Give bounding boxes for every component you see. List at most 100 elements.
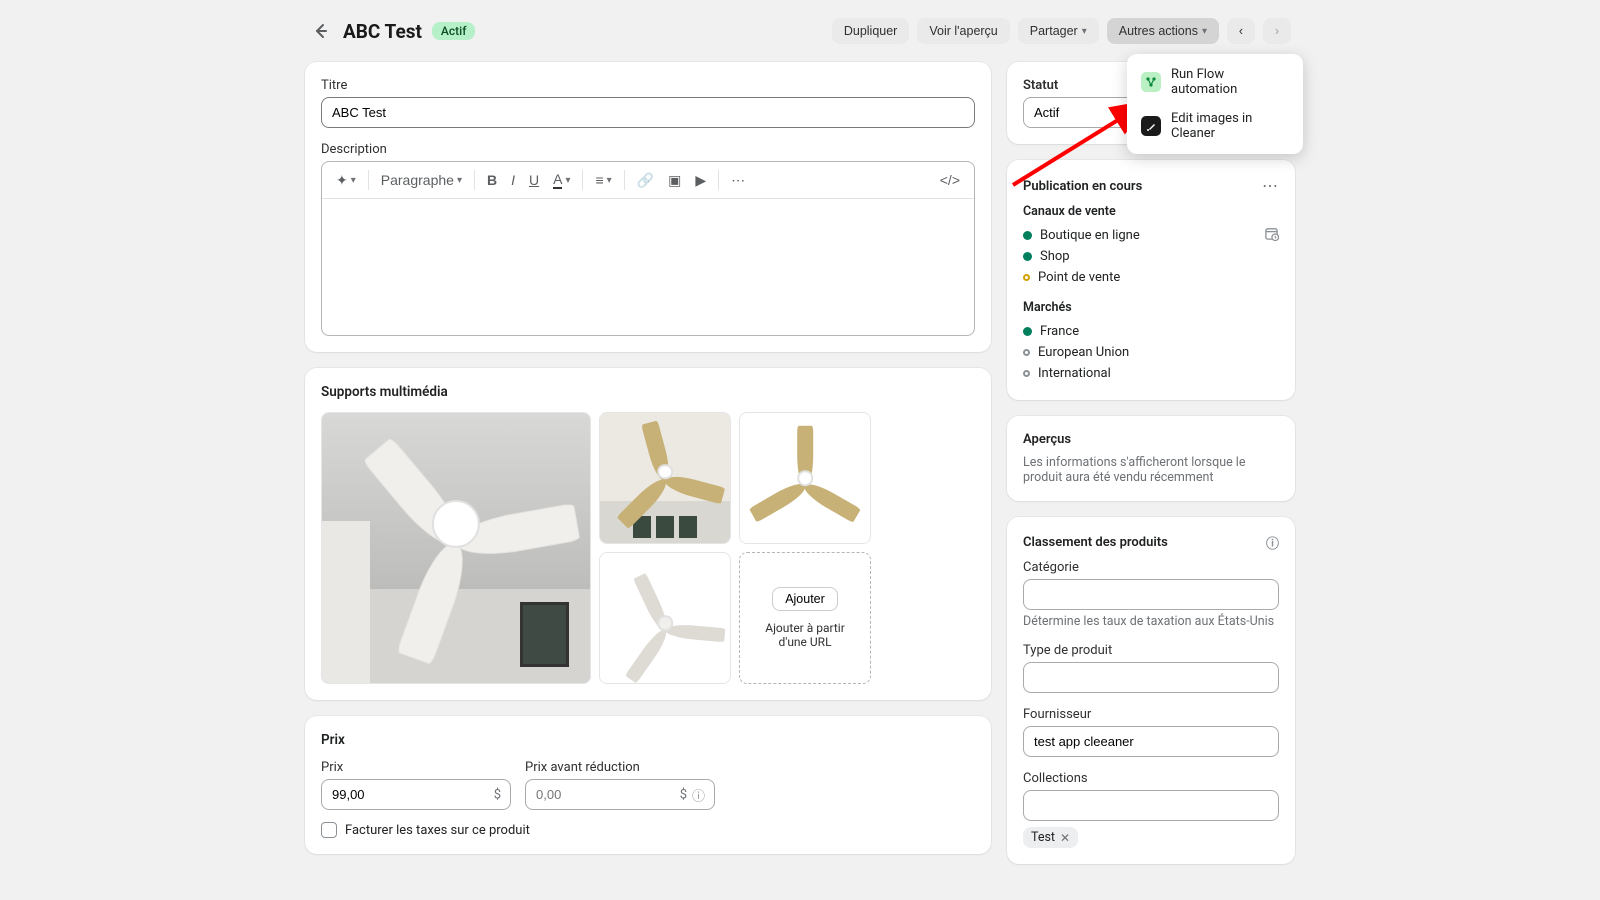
status-dot-yellow: [1023, 274, 1030, 281]
page-title: ABC Test: [343, 20, 422, 43]
more-icon: ⋯: [731, 172, 745, 189]
prev-product-button[interactable]: ‹: [1227, 18, 1255, 44]
pricing-heading: Prix: [321, 732, 975, 748]
next-product-button[interactable]: ›: [1263, 18, 1291, 44]
more-actions-button[interactable]: Autres actions ▾: [1107, 18, 1219, 44]
media-thumbnail-4[interactable]: [599, 552, 731, 684]
arrow-left-icon: [313, 23, 329, 39]
sparkle-icon: ✦: [336, 172, 348, 189]
underline-icon: U: [529, 172, 539, 188]
menu-item-label: Edit images in Cleaner: [1171, 111, 1289, 141]
rte-underline[interactable]: U: [523, 168, 545, 192]
separator: [582, 170, 583, 190]
rte-align[interactable]: ≡▾: [589, 168, 617, 192]
info-icon[interactable]: ⓘ: [1266, 533, 1279, 552]
compare-price-label: Prix avant réduction: [525, 760, 715, 775]
chevron-down-icon: ▾: [457, 175, 462, 186]
chevron-down-icon: ▾: [351, 175, 356, 186]
image-icon: ▣: [668, 172, 681, 189]
price-input[interactable]: [321, 779, 511, 810]
media-add-from-url[interactable]: Ajouter à partir d'une URL: [740, 621, 870, 649]
rte-color[interactable]: A▾: [547, 167, 576, 193]
back-button[interactable]: [309, 19, 333, 43]
channel-name: Shop: [1040, 249, 1070, 264]
description-editor: ✦▾ Paragraphe▾ B I U A▾ ≡▾ 🔗: [321, 161, 975, 336]
more-actions-label: Autres actions: [1119, 24, 1198, 38]
media-thumbnail-3[interactable]: [739, 412, 871, 544]
flow-app-icon: [1141, 72, 1161, 92]
vendor-input[interactable]: [1023, 726, 1279, 757]
product-type-label: Type de produit: [1023, 643, 1279, 658]
channels-label: Canaux de vente: [1023, 204, 1279, 219]
rte-italic[interactable]: I: [505, 168, 521, 192]
separator: [624, 170, 625, 190]
share-label: Partager: [1030, 24, 1078, 38]
category-input[interactable]: [1023, 579, 1279, 610]
rte-link[interactable]: 🔗: [631, 168, 660, 193]
publishing-more-button[interactable]: ⋯: [1262, 176, 1279, 196]
status-dot-hollow: [1023, 370, 1030, 377]
rte-video[interactable]: ▶: [689, 168, 712, 193]
separator: [368, 170, 369, 190]
menu-item-run-flow[interactable]: Run Flow automation: [1133, 60, 1297, 104]
rte-paragraph-select[interactable]: Paragraphe▾: [375, 168, 468, 192]
organization-card: Classement des produits ⓘ Catégorie Déte…: [1007, 517, 1295, 864]
share-button[interactable]: Partager ▾: [1018, 18, 1099, 44]
market-name: European Union: [1038, 345, 1129, 360]
charge-tax-label: Facturer les taxes sur ce produit: [345, 823, 530, 838]
duplicate-button[interactable]: Dupliquer: [832, 18, 910, 44]
tag-label: Test: [1031, 830, 1055, 845]
bold-icon: B: [487, 172, 497, 188]
more-actions-menu: Run Flow automation Edit images in Clean…: [1127, 54, 1303, 154]
collections-label: Collections: [1023, 771, 1279, 786]
rte-bold[interactable]: B: [481, 168, 503, 192]
rte-editable-area[interactable]: [322, 199, 974, 335]
media-add-button[interactable]: Ajouter: [772, 587, 838, 611]
insights-heading: Aperçus: [1023, 432, 1071, 447]
currency-symbol: $: [494, 787, 501, 802]
rte-more[interactable]: ⋯: [725, 168, 751, 193]
market-international: International: [1023, 363, 1279, 384]
channel-online-store: Boutique en ligne: [1023, 225, 1140, 246]
separator: [718, 170, 719, 190]
chevron-down-icon: ▾: [1202, 26, 1207, 37]
media-thumbnail-1[interactable]: [321, 412, 591, 684]
media-add-tile[interactable]: Ajouter Ajouter à partir d'une URL: [739, 552, 871, 684]
media-thumbnail-2[interactable]: [599, 412, 731, 544]
status-badge: Actif: [432, 22, 476, 40]
preview-button[interactable]: Voir l'aperçu: [917, 18, 1009, 44]
category-label: Catégorie: [1023, 560, 1279, 575]
publishing-card: Publication en cours ⋯ Canaux de vente B…: [1007, 160, 1295, 400]
media-card: Supports multimédia: [305, 368, 991, 700]
category-hint: Détermine les taux de taxation aux États…: [1023, 614, 1279, 629]
insights-card: Aperçus Les informations s'afficheront l…: [1007, 416, 1295, 501]
media-heading: Supports multimédia: [321, 384, 975, 400]
channel-shop: Shop: [1023, 246, 1279, 267]
menu-item-edit-in-cleaner[interactable]: Edit images in Cleaner: [1133, 104, 1297, 148]
currency-symbol: $: [680, 787, 687, 802]
rte-toolbar: ✦▾ Paragraphe▾ B I U A▾ ≡▾ 🔗: [322, 162, 974, 199]
rte-html[interactable]: </>: [934, 168, 966, 192]
insights-text: Les informations s'afficheront lorsque l…: [1023, 455, 1279, 485]
collections-input[interactable]: [1023, 790, 1279, 821]
chevron-down-icon: ▾: [607, 175, 612, 186]
rte-ai-button[interactable]: ✦▾: [330, 168, 362, 193]
chevron-down-icon: ▾: [1082, 26, 1087, 37]
status-dot-green: [1023, 327, 1032, 336]
menu-item-label: Run Flow automation: [1171, 67, 1289, 97]
info-icon[interactable]: ⓘ: [692, 785, 705, 804]
market-france: France: [1023, 321, 1279, 342]
market-name: France: [1040, 324, 1079, 339]
price-label: Prix: [321, 760, 511, 775]
tag-remove-button[interactable]: ✕: [1060, 831, 1070, 845]
collection-tag: Test ✕: [1023, 827, 1078, 848]
title-input[interactable]: [321, 97, 975, 128]
text-color-icon: A: [553, 171, 562, 189]
rte-image[interactable]: ▣: [662, 168, 687, 193]
pricing-card: Prix Prix $ Prix avant réduction $: [305, 716, 991, 854]
product-type-input[interactable]: [1023, 662, 1279, 693]
schedule-icon[interactable]: [1264, 226, 1279, 245]
charge-tax-checkbox[interactable]: [321, 822, 337, 838]
code-icon: </>: [940, 172, 960, 188]
status-dot-green: [1023, 231, 1032, 240]
